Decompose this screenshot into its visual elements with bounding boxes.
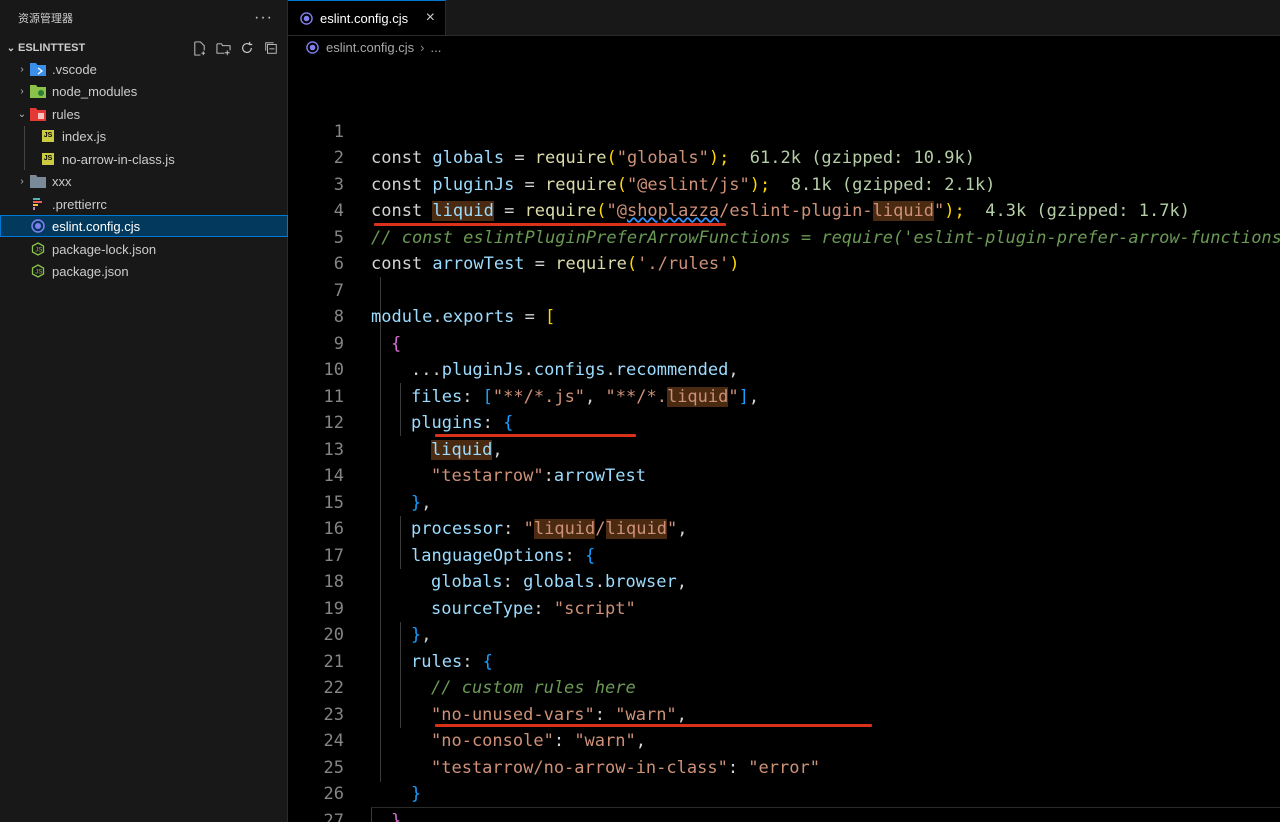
tree-item-label: .prettierrc <box>52 196 107 212</box>
chevron-down-icon: ⌄ <box>6 42 16 54</box>
eslint-icon <box>30 218 46 234</box>
chevron-right-icon: › <box>420 39 425 55</box>
js-file-icon: JS <box>40 128 56 144</box>
tree-item-package-lock-json[interactable]: JS package-lock.json <box>0 238 288 260</box>
code-line: 19 }, <box>288 569 1280 646</box>
tree-item-label: no-arrow-in-class.js <box>62 151 175 167</box>
tab-eslint-config[interactable]: eslint.config.cjs × <box>288 0 446 35</box>
code-line: 14 }, <box>288 437 1280 513</box>
svg-text:JS: JS <box>35 248 42 254</box>
tree-item-label: package-lock.json <box>52 241 157 257</box>
tree-item-label: eslint.config.cjs <box>52 218 141 234</box>
code-line: 13 "testarrow":arrowTest <box>288 410 1280 487</box>
tree-item-node-modules[interactable]: › node_modules <box>0 80 288 102</box>
tree-item-xxx[interactable]: › xxx <box>0 170 288 192</box>
collapse-all-icon[interactable] <box>263 40 279 56</box>
code-line: 12 liquid, <box>288 384 1280 460</box>
breadcrumb: eslint.config.cjs › ... <box>288 36 1280 58</box>
code-line: 16 languageOptions: { <box>288 490 1280 566</box>
code-line: 4 // const eslintPluginPreferArrowFuncti… <box>288 172 1280 248</box>
code-line: 21 // custom rules here <box>288 622 1280 699</box>
code-line: 5 const arrowTest = require('./rules') <box>288 198 1280 275</box>
code-line: 20 rules: { <box>288 596 1280 672</box>
more-actions-icon[interactable]: ··· <box>254 9 273 27</box>
tree-item-label: rules <box>52 106 81 122</box>
code-line: 10 files: ["**/*.js", "**/*.liquid"], <box>288 331 1280 407</box>
red-underline-annotation <box>435 724 872 727</box>
tree-item-label: .vscode <box>52 61 97 77</box>
chevron-right-icon: › <box>20 85 24 97</box>
chevron-right-icon: › <box>20 63 24 75</box>
breadcrumb-more[interactable]: ... <box>431 40 442 55</box>
tree-item-label: node_modules <box>52 83 138 99</box>
code-line: 23 "no-console": "warn", <box>288 675 1280 752</box>
breadcrumb-file[interactable]: eslint.config.cjs <box>326 40 414 55</box>
code-line: 1 const globals = require("globals"); 61… <box>288 92 1280 169</box>
code-line: 27 ]; <box>288 781 1280 822</box>
explorer-sidebar: 资源管理器 ··· ⌄ ESLINTTEST › .vscode › node_… <box>0 0 288 822</box>
rules-folder-icon <box>30 106 46 122</box>
json-node-icon: JS <box>30 263 46 279</box>
chevron-down-icon: ⌄ <box>17 108 27 120</box>
code-line: 28 <box>288 808 1280 822</box>
refresh-icon[interactable] <box>239 40 255 56</box>
code-line: 17 globals: globals.browser, <box>288 516 1280 593</box>
close-icon[interactable]: × <box>426 9 435 27</box>
code-line: 7 module.exports = [ <box>288 251 1280 328</box>
code-line: 22 "no-unused-vars": "warn", <box>288 649 1280 725</box>
prettier-icon <box>30 196 46 212</box>
node-folder-icon <box>30 83 46 99</box>
explorer-title: 资源管理器 <box>18 13 73 25</box>
tree-item-index-js[interactable]: JS index.js <box>0 125 288 147</box>
code-line: 25 } <box>288 728 1280 805</box>
code-line: 3 const liquid = require("@shoplazza/esl… <box>288 145 1280 221</box>
code-line: 26 } <box>288 755 1280 822</box>
chevron-right-icon: › <box>20 175 24 187</box>
code-line: 6 <box>288 225 1280 274</box>
eslint-icon <box>300 11 313 25</box>
code-line: 11 plugins: { <box>288 357 1280 434</box>
code-line: 8 { <box>288 278 1280 354</box>
code-line: 15 processor: "liquid/liquid", <box>288 463 1280 539</box>
folder-icon <box>30 173 46 189</box>
svg-text:JS: JS <box>35 270 42 276</box>
code-editor[interactable]: 1 const globals = require("globals"); 61… <box>288 58 1280 822</box>
tree-item-label: index.js <box>62 128 107 144</box>
json-node-icon: JS <box>30 241 46 257</box>
js-file-icon: JS <box>40 151 56 167</box>
eslint-icon <box>306 40 319 54</box>
tree-item-package-json[interactable]: JS package.json <box>0 260 288 282</box>
tree-item-label: xxx <box>52 173 72 189</box>
tab-bar: eslint.config.cjs × <box>288 0 1280 36</box>
tree-item-prettierrc[interactable]: .prettierrc <box>0 193 288 215</box>
tree-item-no-arrow-in-class-js[interactable]: JS no-arrow-in-class.js <box>0 148 288 170</box>
project-name: ESLINTTEST <box>18 42 86 54</box>
code-line: 18 sourceType: "script" <box>288 543 1280 619</box>
tree-item-rules[interactable]: ⌄ rules <box>0 103 288 125</box>
new-folder-icon[interactable] <box>215 40 231 56</box>
vscode-folder-icon <box>30 61 46 77</box>
code-line: 9 ...pluginJs.configs.recommended, <box>288 304 1280 381</box>
tree-item-vscode[interactable]: › .vscode <box>0 58 288 80</box>
tree-item-label: package.json <box>52 263 129 279</box>
new-file-icon[interactable] <box>191 40 207 56</box>
tree-item-eslint-config[interactable]: eslint.config.cjs <box>0 215 288 237</box>
project-section-header[interactable]: ⌄ ESLINTTEST <box>0 37 287 59</box>
tab-label: eslint.config.cjs <box>320 10 409 26</box>
explorer-header: 资源管理器 ··· <box>0 0 287 36</box>
code-line: 2 const pluginJs = require("@eslint/js")… <box>288 119 1280 195</box>
